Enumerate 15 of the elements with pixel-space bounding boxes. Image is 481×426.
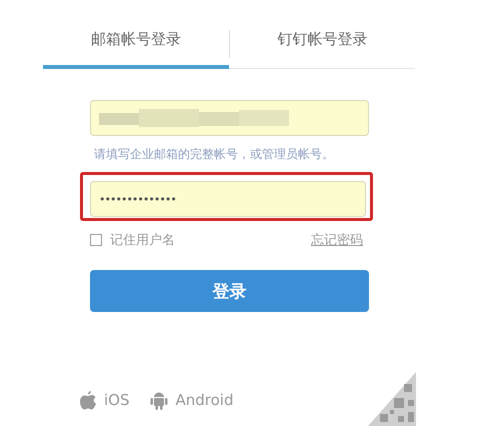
remember-label: 记住用户名: [110, 232, 175, 249]
apple-icon: [80, 390, 96, 410]
platform-label[interactable]: Android: [176, 391, 234, 409]
platform-label[interactable]: iOS: [104, 391, 130, 409]
hint-text: 请填写企业邮箱的完整帐号，或管理员帐号。: [94, 146, 335, 163]
login-tab[interactable]: 钉钉帐号登录: [230, 26, 415, 69]
login-tab[interactable]: 邮箱帐号登录: [43, 26, 228, 69]
qr-code-corner: [368, 372, 416, 426]
forgot-password-link[interactable]: 忘记密码: [311, 231, 363, 249]
login-button[interactable]: 登录: [90, 270, 369, 312]
email-field[interactable]: [90, 100, 369, 136]
android-icon: [150, 390, 168, 410]
password-value: ••••••••••••••: [99, 194, 176, 204]
remember-checkbox[interactable]: [90, 234, 102, 246]
password-field[interactable]: ••••••••••••••: [90, 181, 366, 217]
